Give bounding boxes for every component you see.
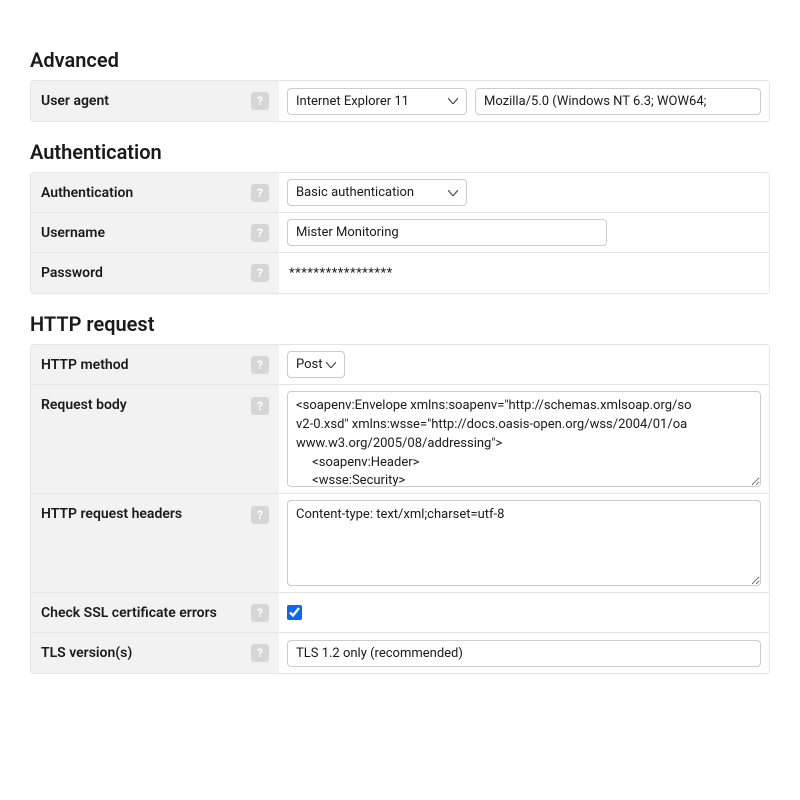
label-text-user-agent: User agent: [41, 93, 109, 109]
label-tls: TLS version(s) ?: [31, 633, 279, 673]
label-text-password: Password: [41, 265, 103, 281]
value-authentication: Basic authentication: [279, 173, 769, 212]
value-tls: [279, 633, 769, 673]
request-headers-textarea[interactable]: [287, 500, 761, 586]
label-authentication: Authentication ?: [31, 173, 279, 212]
request-body-textarea[interactable]: [287, 391, 761, 487]
label-text-request-body: Request body: [41, 397, 127, 413]
label-ssl: Check SSL certificate errors ?: [31, 593, 279, 632]
label-text-request-headers: HTTP request headers: [41, 506, 182, 522]
value-username: [279, 213, 769, 252]
tls-input[interactable]: [287, 640, 761, 667]
label-request-headers: HTTP request headers ?: [31, 494, 279, 592]
section-advanced: User agent ? Internet Explorer 11: [30, 80, 770, 122]
value-http-method: Post: [279, 345, 769, 384]
http-method-select[interactable]: Post: [287, 351, 345, 378]
label-text-http-method: HTTP method: [41, 357, 129, 373]
section-title-authentication: Authentication: [30, 140, 770, 164]
label-user-agent: User agent ?: [31, 81, 279, 121]
help-icon[interactable]: ?: [251, 184, 269, 202]
label-text-tls: TLS version(s): [41, 645, 132, 661]
help-icon[interactable]: ?: [251, 92, 269, 110]
help-icon[interactable]: ?: [251, 224, 269, 242]
help-icon[interactable]: ?: [251, 644, 269, 662]
label-username: Username ?: [31, 213, 279, 252]
authentication-select[interactable]: Basic authentication: [287, 179, 467, 206]
label-text-authentication: Authentication: [41, 185, 133, 201]
section-http: HTTP method ? Post Request body ? HTTP r…: [30, 344, 770, 674]
row-password: Password ? *****************: [31, 253, 769, 293]
help-icon[interactable]: ?: [251, 506, 269, 524]
value-user-agent: Internet Explorer 11: [279, 81, 769, 121]
label-text-username: Username: [41, 225, 105, 241]
row-authentication: Authentication ? Basic authentication: [31, 173, 769, 213]
row-request-headers: HTTP request headers ?: [31, 494, 769, 593]
row-http-method: HTTP method ? Post: [31, 345, 769, 385]
help-icon[interactable]: ?: [251, 604, 269, 622]
label-http-method: HTTP method ?: [31, 345, 279, 384]
label-text-ssl: Check SSL certificate errors: [41, 605, 217, 621]
help-icon[interactable]: ?: [251, 397, 269, 415]
value-request-body: [279, 385, 769, 493]
user-agent-select[interactable]: Internet Explorer 11: [287, 88, 467, 115]
help-icon[interactable]: ?: [251, 356, 269, 374]
user-agent-input[interactable]: [475, 88, 761, 115]
label-request-body: Request body ?: [31, 385, 279, 493]
value-ssl: [279, 593, 769, 632]
password-mask: *****************: [287, 261, 395, 286]
value-request-headers: [279, 494, 769, 592]
help-icon[interactable]: ?: [251, 264, 269, 282]
section-title-advanced: Advanced: [30, 48, 770, 72]
row-username: Username ?: [31, 213, 769, 253]
section-title-http: HTTP request: [30, 312, 770, 336]
row-request-body: Request body ?: [31, 385, 769, 494]
row-user-agent: User agent ? Internet Explorer 11: [31, 81, 769, 121]
value-password: *****************: [279, 253, 769, 293]
row-tls: TLS version(s) ?: [31, 633, 769, 673]
section-authentication: Authentication ? Basic authentication Us…: [30, 172, 770, 294]
label-password: Password ?: [31, 253, 279, 293]
ssl-checkbox[interactable]: [287, 605, 302, 620]
username-input[interactable]: [287, 219, 607, 246]
row-ssl: Check SSL certificate errors ?: [31, 593, 769, 633]
